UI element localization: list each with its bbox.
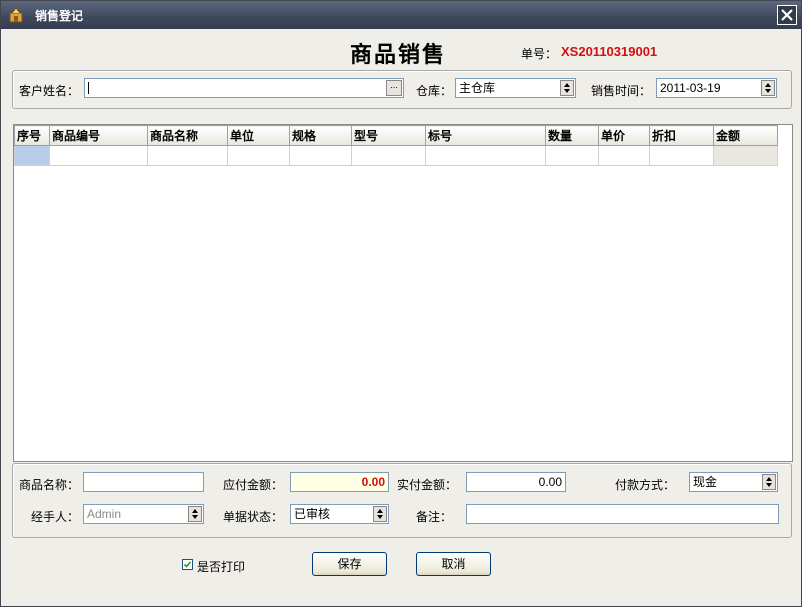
spin-arrows-icon[interactable] xyxy=(762,474,776,490)
payable-amount-field: 0.00 xyxy=(290,472,389,492)
spin-arrows-icon[interactable] xyxy=(560,80,574,96)
warehouse-value: 主仓库 xyxy=(459,81,496,95)
customer-name-label: 客户姓名： xyxy=(19,84,80,98)
handler-value: Admin xyxy=(87,507,122,521)
remark-label: 备注： xyxy=(416,510,453,524)
doc-status-select[interactable]: 已审核 xyxy=(290,504,389,524)
handler-label: 经手人： xyxy=(31,510,80,524)
print-checkbox[interactable] xyxy=(182,559,193,570)
order-number-label: 单号： xyxy=(521,47,558,61)
table-row[interactable] xyxy=(14,145,778,166)
title-bar[interactable]: 销售登记 xyxy=(1,1,801,29)
col-header[interactable]: 单位 xyxy=(227,125,290,146)
col-header[interactable]: 金额 xyxy=(713,125,778,146)
sale-time-value: 2011-03-19 xyxy=(660,81,721,95)
col-header[interactable]: 序号 xyxy=(14,125,50,146)
doc-status-label: 单据状态： xyxy=(223,510,284,524)
sales-items-grid[interactable]: 序号 商品编号 商品名称 单位 规格 型号 标号 数量 单价 折扣 金额 xyxy=(13,124,793,462)
payment-method-select[interactable]: 现金 xyxy=(689,472,778,492)
order-number-value: XS20110319001 xyxy=(561,44,658,59)
table-cell[interactable] xyxy=(351,145,426,166)
payable-amount-label: 应付金额： xyxy=(223,478,284,492)
warehouse-select[interactable]: 主仓库 xyxy=(455,78,576,98)
payment-method-label: 付款方式： xyxy=(615,478,676,492)
table-cell[interactable] xyxy=(545,145,599,166)
table-cell[interactable] xyxy=(147,145,228,166)
remark-input[interactable] xyxy=(466,504,779,524)
spin-arrows-icon[interactable] xyxy=(188,506,202,522)
spin-arrows-icon[interactable] xyxy=(373,506,387,522)
save-button[interactable]: 保存 xyxy=(312,552,387,576)
doc-status-value: 已审核 xyxy=(294,507,331,521)
window-title: 销售登记 xyxy=(35,9,84,23)
text-cursor xyxy=(88,82,89,94)
col-header[interactable]: 数量 xyxy=(545,125,599,146)
table-cell[interactable] xyxy=(425,145,546,166)
window-content: 商品销售 单号： XS20110319001 客户姓名： ... 仓库： 主仓库… xyxy=(7,30,796,604)
close-button[interactable] xyxy=(777,5,797,25)
col-header[interactable]: 标号 xyxy=(425,125,546,146)
product-name-label: 商品名称： xyxy=(19,478,80,492)
close-icon xyxy=(781,9,793,21)
sales-registration-window: 销售登记 商品销售 单号： XS20110319001 客户姓名： ... 仓库… xyxy=(0,0,802,607)
table-cell[interactable] xyxy=(598,145,650,166)
app-icon xyxy=(7,6,25,24)
handler-select[interactable]: Admin xyxy=(83,504,204,524)
product-name-input[interactable] xyxy=(83,472,204,492)
table-cell[interactable] xyxy=(649,145,714,166)
paid-amount-label: 实付金额： xyxy=(397,478,458,492)
table-cell[interactable] xyxy=(227,145,290,166)
table-cell[interactable] xyxy=(289,145,352,166)
customer-name-input[interactable]: ... xyxy=(84,78,404,98)
warehouse-label: 仓库： xyxy=(416,84,453,98)
col-header[interactable]: 商品名称 xyxy=(147,125,228,146)
payment-method-value: 现金 xyxy=(693,475,718,489)
col-header[interactable]: 折扣 xyxy=(649,125,714,146)
col-header[interactable]: 商品编号 xyxy=(49,125,148,146)
header-info-group: 客户姓名： ... 仓库： 主仓库 销售时间： 2011-03-19 xyxy=(12,70,792,109)
summary-group: 商品名称： 应付金额： 0.00 实付金额： 0.00 付款方式： 现金 经手人… xyxy=(12,463,792,538)
col-header[interactable]: 型号 xyxy=(351,125,426,146)
table-cell[interactable] xyxy=(49,145,148,166)
col-header[interactable]: 单价 xyxy=(598,125,650,146)
sale-time-label: 销售时间： xyxy=(591,84,652,98)
spin-arrows-icon[interactable] xyxy=(761,80,775,96)
amount-cell[interactable] xyxy=(713,145,778,166)
checkmark-icon xyxy=(183,561,192,568)
cancel-button[interactable]: 取消 xyxy=(416,552,491,576)
row-indicator-cell[interactable] xyxy=(14,145,50,166)
customer-browse-button[interactable]: ... xyxy=(386,80,402,96)
print-label[interactable]: 是否打印 xyxy=(197,558,245,575)
page-title: 商品销售 xyxy=(350,42,447,68)
table-header-row: 序号 商品编号 商品名称 单位 规格 型号 标号 数量 单价 折扣 金额 xyxy=(14,125,778,146)
sale-time-picker[interactable]: 2011-03-19 xyxy=(656,78,777,98)
paid-amount-input[interactable]: 0.00 xyxy=(466,472,566,492)
col-header[interactable]: 规格 xyxy=(289,125,352,146)
items-table: 序号 商品编号 商品名称 单位 规格 型号 标号 数量 单价 折扣 金额 xyxy=(14,125,778,166)
